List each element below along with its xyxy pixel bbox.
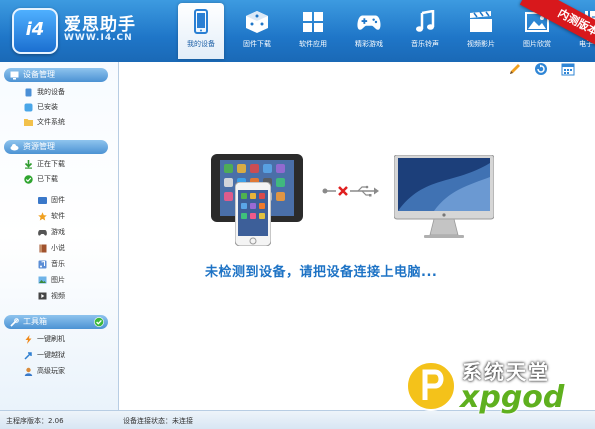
nav-label: 音乐铃声 xyxy=(411,40,439,48)
folder-icon xyxy=(24,118,33,127)
sidebar-item-label: 固件 xyxy=(51,196,65,204)
user-icon xyxy=(24,367,33,376)
jailbreak-arrow-icon xyxy=(24,351,33,360)
sidebar-subitem-videos[interactable]: 视频 xyxy=(38,290,65,302)
app-store-icon xyxy=(24,103,33,112)
gamepad-icon xyxy=(38,228,47,237)
watermark-text-en: xpgod xyxy=(460,380,565,415)
video-icon xyxy=(38,292,47,301)
sidebar-subitem-novels[interactable]: 小说 xyxy=(38,242,65,254)
sidebar-item-my-device[interactable]: 我的设备 xyxy=(24,86,65,98)
sidebar-item-label: 软件 xyxy=(51,212,65,220)
sidebar-item-label: 一键刷机 xyxy=(37,335,65,343)
ios-badge-icon xyxy=(38,196,47,205)
sidebar-item-downloading[interactable]: 正在下载 xyxy=(24,158,65,170)
sidebar-subitem-firmware[interactable]: 固件 xyxy=(38,194,65,206)
sidebar-item-label: 游戏 xyxy=(51,228,65,236)
nav-label: 软件应用 xyxy=(299,40,327,48)
sidebar-item-label: 正在下载 xyxy=(37,160,65,168)
version-label: 主程序版本：2.06 xyxy=(6,417,64,425)
check-circle-icon xyxy=(24,174,33,184)
top-bar: i4 爱思助手 WWW.I4.CN 我的设备 固件下载 软件应用 精彩游戏 音乐… xyxy=(0,0,595,62)
edit-pencil-icon[interactable] xyxy=(508,62,522,79)
book-icon xyxy=(38,244,47,253)
no-device-message: 未检测到设备，请把设备连接上电脑... xyxy=(205,265,438,280)
sidebar-item-file-system[interactable]: 文件系统 xyxy=(24,116,65,128)
sidebar-item-downloaded[interactable]: 已下载 xyxy=(24,173,58,185)
nav-video[interactable]: 视频影片 xyxy=(458,3,504,59)
sidebar-header-resources[interactable]: 资源管理 xyxy=(4,140,108,154)
sidebar-subitem-software[interactable]: 软件 xyxy=(38,210,65,222)
sidebar-header-tools[interactable]: 工具箱 xyxy=(4,315,108,329)
sidebar-item-advanced-player[interactable]: 高级玩家 xyxy=(24,365,65,377)
nav-firmware[interactable]: 固件下载 xyxy=(234,3,280,59)
calendar-icon[interactable] xyxy=(561,62,575,79)
nav-label: 我的设备 xyxy=(187,40,215,48)
sidebar: 设备管理 我的设备 已安装 文件系统 资源管理 正在下载 已下载 固件 软件 游… xyxy=(0,62,119,410)
sidebar-item-label: 小说 xyxy=(51,244,65,252)
sidebar-header-label: 设备管理 xyxy=(23,70,55,79)
gamepad-icon xyxy=(356,9,382,35)
download-arrow-icon xyxy=(24,159,33,169)
sidebar-header-label: 资源管理 xyxy=(23,142,55,151)
beta-ribbon: 内测版本 xyxy=(510,0,595,62)
apps-grid-icon xyxy=(300,9,326,35)
sidebar-item-label: 已安装 xyxy=(37,103,58,111)
iphone-illustration xyxy=(234,181,272,249)
cloud-icon xyxy=(10,143,19,152)
check-circle-icon xyxy=(94,317,104,332)
tools-icon xyxy=(10,317,19,327)
nav-music[interactable]: 音乐铃声 xyxy=(402,3,448,59)
nav-label: 固件下载 xyxy=(243,40,271,48)
sidebar-header-device[interactable]: 设备管理 xyxy=(4,68,108,82)
sidebar-item-label: 我的设备 xyxy=(37,88,65,96)
imac-illustration xyxy=(393,154,495,242)
sidebar-item-label: 文件系统 xyxy=(37,118,65,126)
watermark-logo xyxy=(405,356,457,416)
sidebar-item-label: 视频 xyxy=(51,292,65,300)
refresh-icon[interactable] xyxy=(534,62,548,79)
nav-my-device[interactable]: 我的设备 xyxy=(178,3,224,59)
beta-badge: 内测版本 xyxy=(519,0,595,61)
phone-icon xyxy=(188,9,214,35)
sidebar-item-label: 音乐 xyxy=(51,260,65,268)
nav-games[interactable]: 精彩游戏 xyxy=(346,3,392,59)
dice-box-icon xyxy=(244,9,270,35)
sidebar-subitem-games[interactable]: 游戏 xyxy=(38,226,65,238)
nav-label: 精彩游戏 xyxy=(355,40,383,48)
nav-apps[interactable]: 软件应用 xyxy=(290,3,336,59)
lightning-icon xyxy=(24,334,33,344)
usb-disconnected-icon xyxy=(322,184,382,201)
connection-status: 设备连接状态：未连接 xyxy=(123,417,193,425)
sidebar-item-installed[interactable]: 已安装 xyxy=(24,101,58,113)
picture-icon xyxy=(38,276,47,285)
star-icon xyxy=(38,211,47,221)
sidebar-item-label: 一键越狱 xyxy=(37,351,65,359)
sidebar-subitem-pictures[interactable]: 图片 xyxy=(38,274,65,286)
music-icon xyxy=(38,260,47,269)
sidebar-item-label: 图片 xyxy=(51,276,65,284)
app-logo: i4 xyxy=(12,8,58,54)
app-title: 爱思助手 xyxy=(64,15,136,35)
phone-icon xyxy=(24,88,33,97)
logo-text: i4 xyxy=(25,19,45,40)
sidebar-header-label: 工具箱 xyxy=(23,317,47,326)
sidebar-item-one-click-flash[interactable]: 一键刷机 xyxy=(24,333,65,345)
monitor-icon xyxy=(10,71,19,80)
music-note-icon xyxy=(412,9,438,35)
sidebar-item-label: 已下载 xyxy=(37,175,58,183)
clapper-icon xyxy=(468,9,494,35)
sidebar-item-one-click-jailbreak[interactable]: 一键越狱 xyxy=(24,349,65,361)
app-url: WWW.I4.CN xyxy=(64,33,133,43)
sidebar-subitem-music[interactable]: 音乐 xyxy=(38,258,65,270)
nav-label: 视频影片 xyxy=(467,40,495,48)
sidebar-item-label: 高级玩家 xyxy=(37,367,65,375)
